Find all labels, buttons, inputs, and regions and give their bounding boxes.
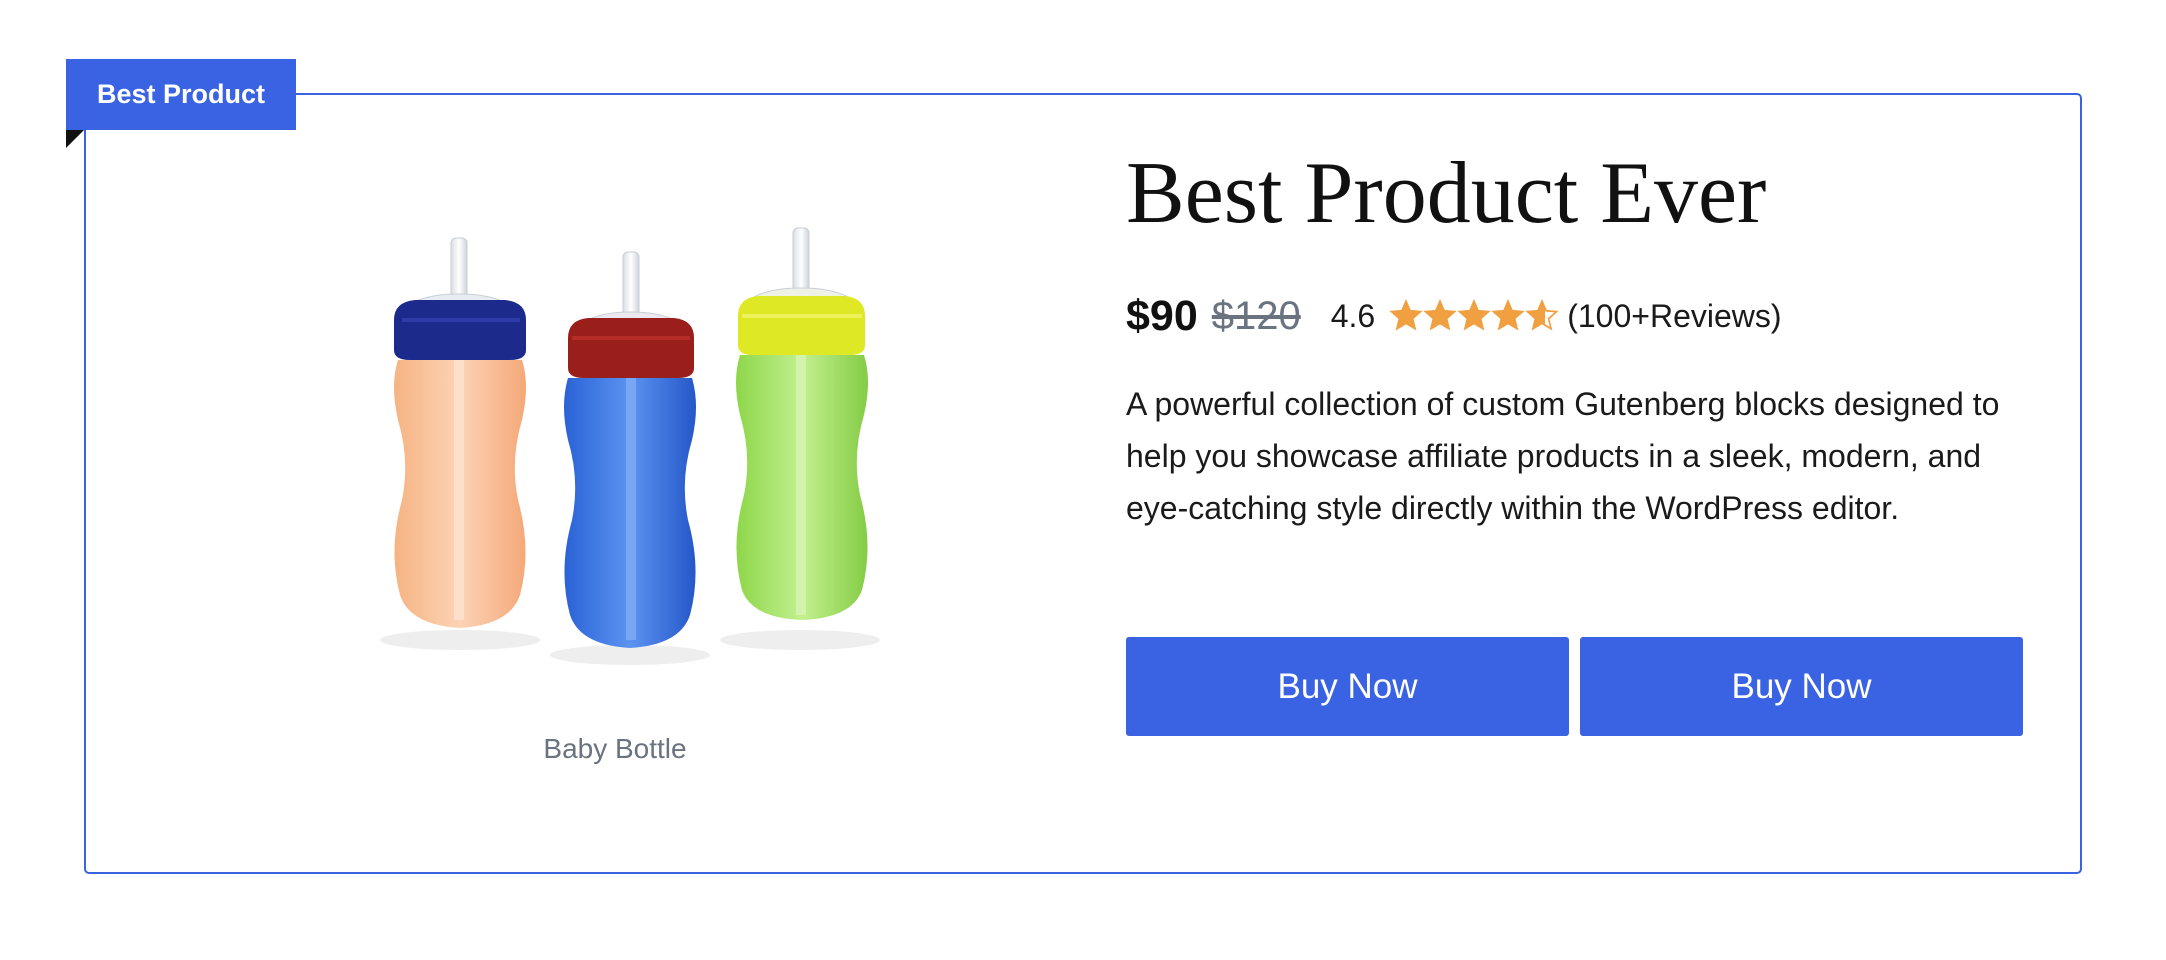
star-icon (1457, 299, 1491, 331)
orange-bottle (394, 237, 526, 628)
blue-bottle (564, 251, 696, 648)
image-caption: Baby Bottle (543, 733, 687, 764)
rating-value: 4.6 (1330, 297, 1376, 334)
badge-fold (66, 130, 84, 148)
reviews-count: (100+Reviews) (1567, 297, 1782, 334)
buy-now-button-secondary[interactable]: Buy Now (1580, 637, 2023, 736)
best-product-badge: Best Product (66, 59, 296, 130)
star-icon (1491, 299, 1525, 331)
price-rating-row: $90 $120 4.6 (100+Reviews) (1126, 288, 1782, 344)
product-description: A powerful collection of custom Gutenber… (1126, 386, 2000, 526)
baby-bottles-image (380, 227, 880, 665)
original-price: $120 (1211, 293, 1301, 338)
star-icon (1525, 299, 1559, 331)
green-bottle (736, 227, 868, 620)
star-rating (1389, 299, 1559, 333)
product-title: Best Product Ever (1126, 145, 1767, 242)
buy-now-button[interactable]: Buy Now (1126, 637, 1569, 736)
star-icon (1389, 299, 1423, 331)
current-price: $90 (1126, 291, 1198, 340)
star-icon (1423, 299, 1457, 331)
